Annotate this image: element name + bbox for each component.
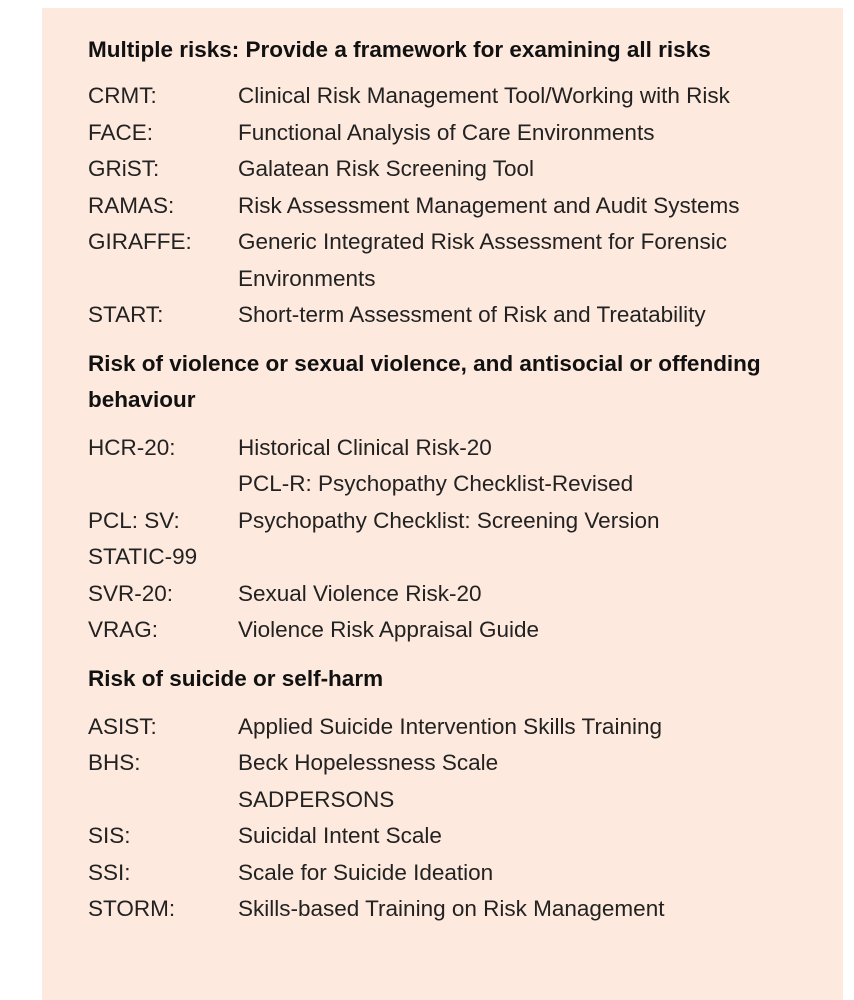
item-description: Applied Suicide Intervention Skills Trai… (238, 713, 662, 739)
list-item: RAMAS: Risk Assessment Management and Au… (88, 188, 828, 225)
item-abbreviation: BHS: (88, 750, 141, 775)
item-abbreviation: FACE: (88, 119, 154, 145)
item-description: Risk Assessment Management and Audit Sys… (238, 192, 740, 218)
list-item: SVR-20: Sexual Violence Risk-20 (88, 576, 828, 613)
item-abbreviation: GIRAFFE: (88, 229, 192, 254)
item-description: Generic Integrated Risk Assessment for F… (238, 229, 727, 291)
list-item: CRMT: Clinical Risk Management Tool/Work… (88, 78, 828, 115)
item-abbreviation: STATIC-99 (88, 544, 198, 569)
item-description: Historical Clinical Risk-20 (238, 434, 492, 460)
list-item: ASIST: Applied Suicide Intervention Skil… (88, 709, 828, 746)
section-heading: Risk of suicide or self-harm (88, 665, 384, 691)
item-description: Skills-based Training on Risk Management (238, 896, 665, 921)
item-description: Galatean Risk Screening Tool (238, 156, 535, 181)
section-heading: Risk of violence or sexual violence, and… (88, 350, 761, 412)
item-description: Beck Hopelessness Scale (238, 750, 499, 775)
item-abbreviation: CRMT: (88, 83, 157, 108)
item-abbreviation (88, 466, 238, 503)
item-abbreviation: GRiST: (88, 156, 160, 181)
risk-tools-panel: Multiple risks: Provide a framework for … (42, 8, 843, 1000)
item-abbreviation: RAMAS: (88, 192, 175, 218)
section-suicide-risks: Risk of suicide or self-harm ASIST: Appl… (88, 661, 828, 928)
item-description: Short-term Assessment of Risk and Treata… (238, 302, 706, 327)
item-abbreviation: VRAG: (88, 617, 159, 642)
item-description: Clinical Risk Management Tool/Working wi… (238, 83, 730, 108)
list-item: SADPERSONS (88, 782, 828, 819)
list-item: PCL-R: Psychopathy Checklist-Revised (88, 466, 828, 503)
list-item: GRiST: Galatean Risk Screening Tool (88, 151, 828, 188)
item-description: Scale for Suicide Ideation (238, 859, 494, 885)
section-violence-risks: Risk of violence or sexual violence, and… (88, 346, 828, 649)
item-description: SADPERSONS (238, 786, 395, 812)
item-description: PCL-R: Psychopathy Checklist-Revised (238, 471, 634, 496)
section-multiple-risks: Multiple risks: Provide a framework for … (88, 32, 828, 334)
item-description: Functional Analysis of Care Environments (238, 119, 655, 145)
list-item: PCL: SV: Psychopathy Checklist: Screenin… (88, 503, 828, 540)
item-abbreviation: ASIST: (88, 713, 157, 739)
list-item: STATIC-99 (88, 539, 828, 576)
item-description (238, 539, 828, 576)
item-abbreviation: START: (88, 302, 164, 327)
item-abbreviation: STORM: (88, 896, 176, 921)
list-item: VRAG: Violence Risk Appraisal Guide (88, 612, 828, 649)
item-description: Violence Risk Appraisal Guide (238, 617, 540, 642)
item-abbreviation: SIS: (88, 823, 131, 848)
list-item: SSI: Scale for Suicide Ideation (88, 855, 828, 892)
item-abbreviation: SVR-20: (88, 580, 174, 606)
list-item: SIS: Suicidal Intent Scale (88, 818, 828, 855)
item-abbreviation: SSI: (88, 859, 131, 885)
item-description: Psychopathy Checklist: Screening Version (238, 507, 660, 533)
list-item: START: Short-term Assessment of Risk and… (88, 297, 828, 334)
list-item: HCR-20: Historical Clinical Risk-20 (88, 430, 828, 467)
section-heading: Multiple risks: Provide a framework for … (88, 37, 711, 62)
list-item: FACE: Functional Analysis of Care Enviro… (88, 115, 828, 152)
item-abbreviation (88, 782, 238, 819)
item-description: Suicidal Intent Scale (238, 823, 442, 848)
list-item: BHS: Beck Hopelessness Scale (88, 745, 828, 782)
item-abbreviation: PCL: SV: (88, 507, 180, 533)
risk-tools-content: Multiple risks: Provide a framework for … (88, 32, 828, 928)
list-item: GIRAFFE: Generic Integrated Risk Assessm… (88, 224, 828, 297)
item-abbreviation: HCR-20: (88, 434, 176, 460)
list-item: STORM: Skills-based Training on Risk Man… (88, 891, 828, 928)
item-description: Sexual Violence Risk-20 (238, 580, 482, 606)
